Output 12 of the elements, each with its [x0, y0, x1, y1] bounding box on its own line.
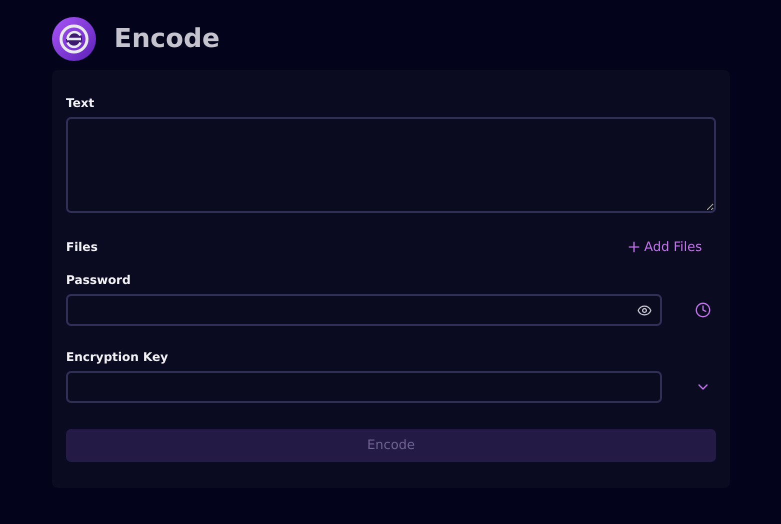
add-files-button[interactable]: Add Files — [626, 239, 716, 255]
page-title: Encode — [114, 24, 220, 54]
clock-icon — [695, 302, 711, 318]
encryption-key-label: Encryption Key — [66, 350, 168, 364]
text-label: Text — [66, 96, 96, 110]
eye-icon[interactable] — [637, 302, 652, 318]
files-label: Files — [66, 240, 98, 254]
text-field[interactable] — [66, 117, 716, 213]
password-label: Password — [66, 273, 131, 287]
logo-icon — [52, 17, 96, 61]
encryption-key-field[interactable] — [66, 371, 662, 403]
password-field[interactable] — [66, 294, 662, 326]
